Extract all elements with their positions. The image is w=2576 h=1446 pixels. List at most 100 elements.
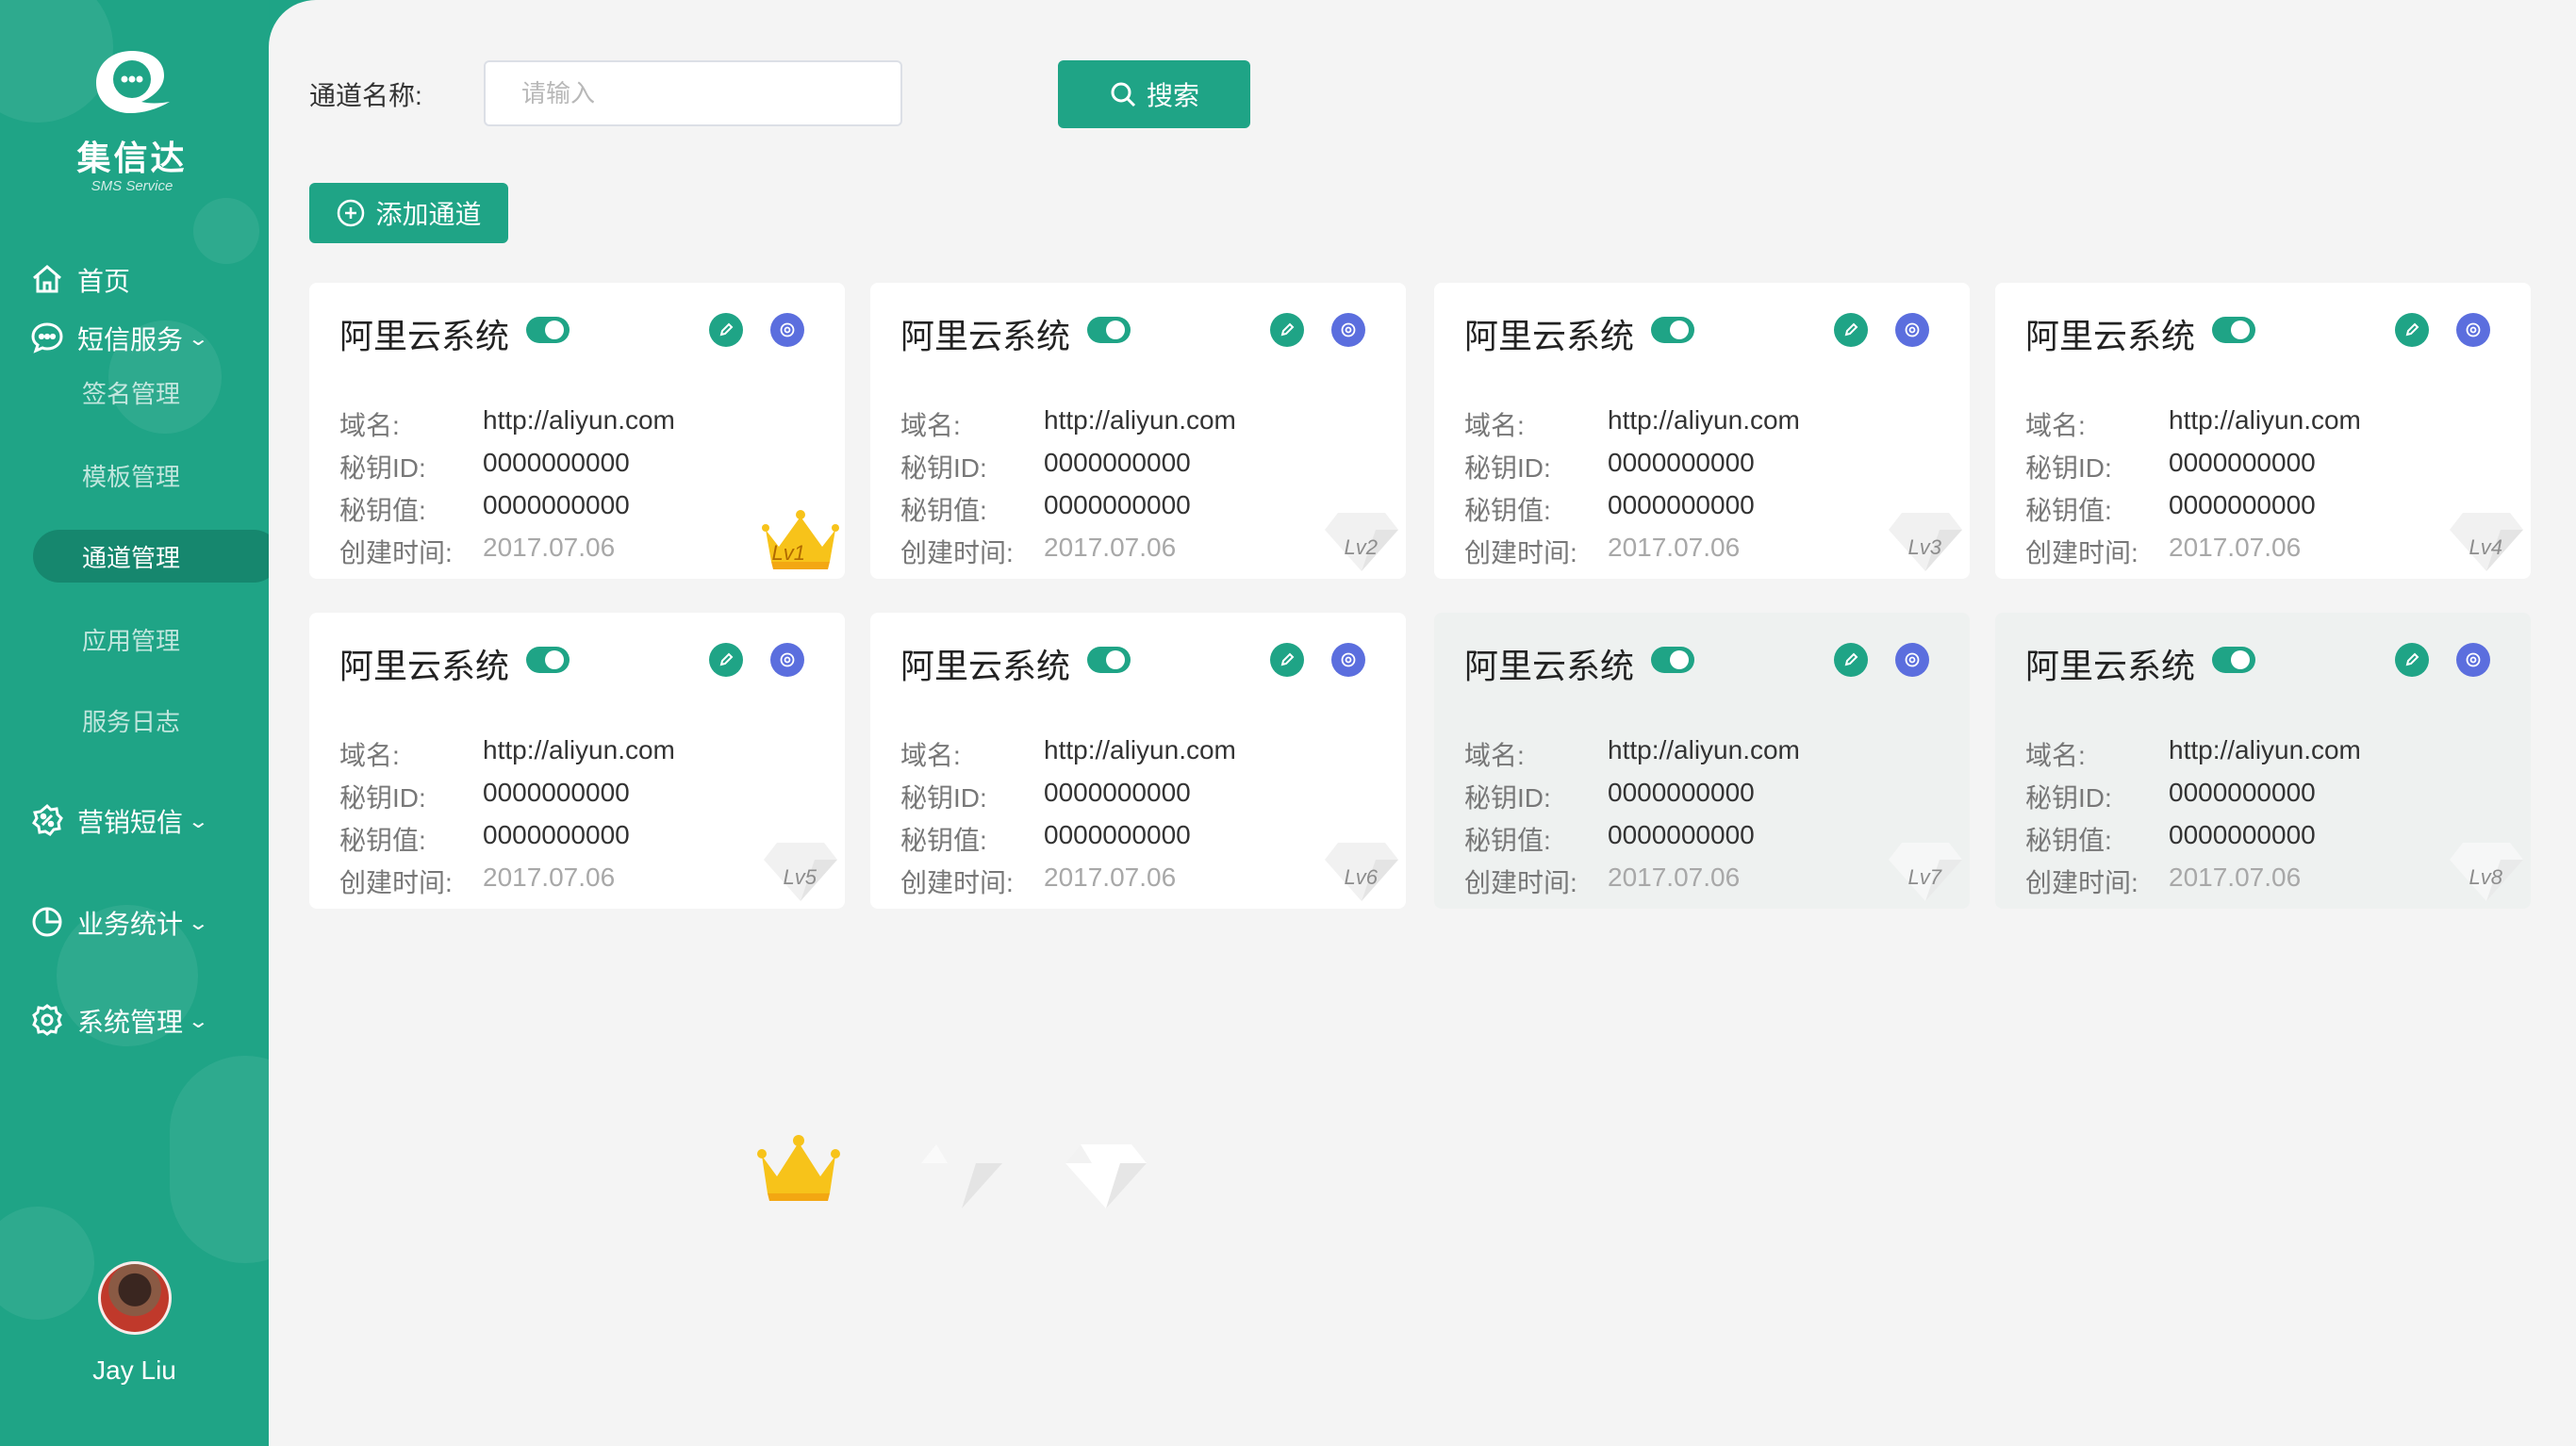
edit-button[interactable] (1270, 313, 1304, 347)
enable-toggle[interactable] (1651, 317, 1694, 343)
gear-icon (1905, 322, 1920, 337)
level-badge: Lv8 (2469, 865, 2502, 889)
settings-button[interactable] (1331, 643, 1365, 677)
sidebar-item-home[interactable]: 首页 (0, 247, 269, 313)
created-row: 创建时间: 2017.07.06 (1464, 533, 1740, 570)
domain-label: 域名: (1464, 411, 1525, 440)
enable-toggle[interactable] (1087, 317, 1131, 343)
sidebar-subitem-application[interactable]: 应用管理 (33, 613, 269, 665)
card-title: 阿里云系统 (339, 647, 510, 685)
key-id-row: 秘钥ID: 0000000000 (339, 448, 630, 485)
created-label: 创建时间: (339, 538, 453, 567)
key-id-row: 秘钥ID: 0000000000 (2025, 778, 2316, 815)
key-id-row: 秘钥ID: 0000000000 (900, 448, 1191, 485)
edit-button[interactable] (709, 643, 743, 677)
enable-toggle[interactable] (2212, 317, 2255, 343)
created-label: 创建时间: (900, 538, 1014, 567)
pencil-icon (2405, 652, 2419, 666)
domain-row: 域名: http://aliyun.com (339, 735, 675, 773)
search-button[interactable]: 搜索 (1058, 60, 1250, 128)
channel-card[interactable]: 阿里云系统 域名: http://aliyun.com 秘钥ID: 0000000000… (1434, 613, 1970, 909)
edit-button[interactable] (1834, 643, 1868, 677)
level-badge: Lv3 (1907, 535, 1941, 559)
message-icon (30, 320, 66, 356)
search-button-label: 搜索 (1146, 81, 1199, 110)
channel-card[interactable]: 阿里云系统 域名: http://aliyun.com 秘钥ID: 0000000000… (1434, 283, 1970, 579)
key-id-value: 0000000000 (1044, 448, 1191, 477)
domain-value: http://aliyun.com (2169, 735, 2361, 764)
key-value-value: 0000000000 (1044, 820, 1191, 849)
level-badge: Lv4 (2469, 535, 2502, 559)
app-logo[interactable]: 集信达 SMS Service (74, 45, 190, 194)
edit-button[interactable] (1270, 643, 1304, 677)
domain-label: 域名: (2025, 741, 2086, 770)
key-id-label: 秘钥ID: (1464, 453, 1551, 483)
chevron-down-icon: ⌄ (187, 912, 210, 934)
avatar[interactable] (97, 1261, 172, 1335)
key-id-label: 秘钥ID: (2025, 783, 2112, 813)
domain-value: http://aliyun.com (1608, 405, 1800, 435)
decor-bubble (170, 1056, 269, 1263)
settings-button[interactable] (1895, 313, 1929, 347)
sidebar-subitem-channel[interactable]: 通道管理 (33, 530, 269, 583)
channel-card[interactable]: 阿里云系统 域名: http://aliyun.com 秘钥ID: 0000000000… (1995, 613, 2531, 909)
channel-card[interactable]: 阿里云系统 域名: http://aliyun.com 秘钥ID: 0000000000… (1995, 283, 2531, 579)
enable-toggle[interactable] (526, 647, 570, 673)
enable-toggle[interactable] (526, 317, 570, 343)
created-label: 创建时间: (900, 868, 1014, 897)
channel-card[interactable]: 阿里云系统 域名: http://aliyun.com 秘钥ID: 0000000000… (309, 613, 845, 909)
key-value-row: 秘钥值: 0000000000 (2025, 490, 2316, 528)
edit-button[interactable] (1834, 313, 1868, 347)
sidebar-item-statistics[interactable]: 业务统计 ⌄ (0, 890, 269, 956)
logo-subtitle: SMS Service (91, 178, 173, 194)
sidebar-subitem-label: 服务日志 (82, 707, 181, 736)
enable-toggle[interactable] (2212, 647, 2255, 673)
created-row: 创建时间: 2017.07.06 (2025, 533, 2301, 570)
settings-button[interactable] (1895, 643, 1929, 677)
settings-button[interactable] (1331, 313, 1365, 347)
channel-card[interactable]: 阿里云系统 域名: http://aliyun.com 秘钥ID: 0000000000… (870, 613, 1406, 909)
enable-toggle[interactable] (1087, 647, 1131, 673)
key-id-row: 秘钥ID: 0000000000 (1464, 448, 1755, 485)
channel-card[interactable]: 阿里云系统 域名: http://aliyun.com 秘钥ID: 0000000000… (309, 283, 845, 579)
created-value: 2017.07.06 (1044, 533, 1177, 562)
domain-label: 域名: (339, 741, 400, 770)
level-badge: Lv5 (783, 865, 817, 889)
channel-name-search-input[interactable] (484, 60, 902, 126)
user-profile[interactable]: Jay Liu (0, 1261, 269, 1386)
sidebar-subitem-template[interactable]: 模板管理 (33, 449, 269, 501)
edit-button[interactable] (2395, 643, 2429, 677)
chat-logo-icon (96, 51, 170, 113)
settings-button[interactable] (770, 313, 804, 347)
key-value-value: 0000000000 (483, 490, 630, 519)
edit-button[interactable] (709, 313, 743, 347)
key-value-label: 秘钥值: (2025, 496, 2112, 525)
pencil-icon (1844, 652, 1858, 666)
main-content: 通道名称: 搜索 添加通道 阿里云系统域名:http://aliyun.com秘… (269, 0, 2576, 1446)
key-value-value: 0000000000 (1608, 490, 1755, 519)
sidebar-item-system[interactable]: 系统管理 ⌄ (0, 988, 269, 1054)
channel-card[interactable]: 阿里云系统 域名: http://aliyun.com 秘钥ID: 0000000000… (870, 283, 1406, 579)
card-title: 阿里云系统 (2025, 317, 2196, 355)
domain-value: http://aliyun.com (1044, 405, 1236, 435)
enable-toggle[interactable] (1651, 647, 1694, 673)
sidebar-subitem-signature[interactable]: 签名管理 (33, 366, 269, 419)
add-channel-button[interactable]: 添加通道 (309, 183, 508, 243)
edit-button[interactable] (2395, 313, 2429, 347)
settings-button[interactable] (770, 643, 804, 677)
settings-icon (30, 1003, 66, 1039)
key-value-label: 秘钥值: (900, 826, 987, 855)
key-id-value: 0000000000 (1608, 448, 1755, 477)
settings-button[interactable] (2456, 643, 2490, 677)
sidebar-item-sms-service[interactable]: 短信服务 ⌄ (0, 305, 269, 371)
key-id-label: 秘钥ID: (1464, 783, 1551, 813)
key-value-row: 秘钥值: 0000000000 (900, 490, 1191, 528)
key-value-label: 秘钥值: (1464, 826, 1551, 855)
sidebar-subitem-service-log[interactable]: 服务日志 (33, 694, 269, 747)
settings-button[interactable] (2456, 313, 2490, 347)
key-value-label: 秘钥值: (900, 496, 987, 525)
sidebar-item-marketing-sms[interactable]: 营销短信 ⌄ (0, 788, 269, 854)
key-value-label: 秘钥值: (1464, 496, 1551, 525)
pencil-icon (719, 652, 734, 666)
chevron-down-icon: ⌄ (187, 328, 210, 350)
